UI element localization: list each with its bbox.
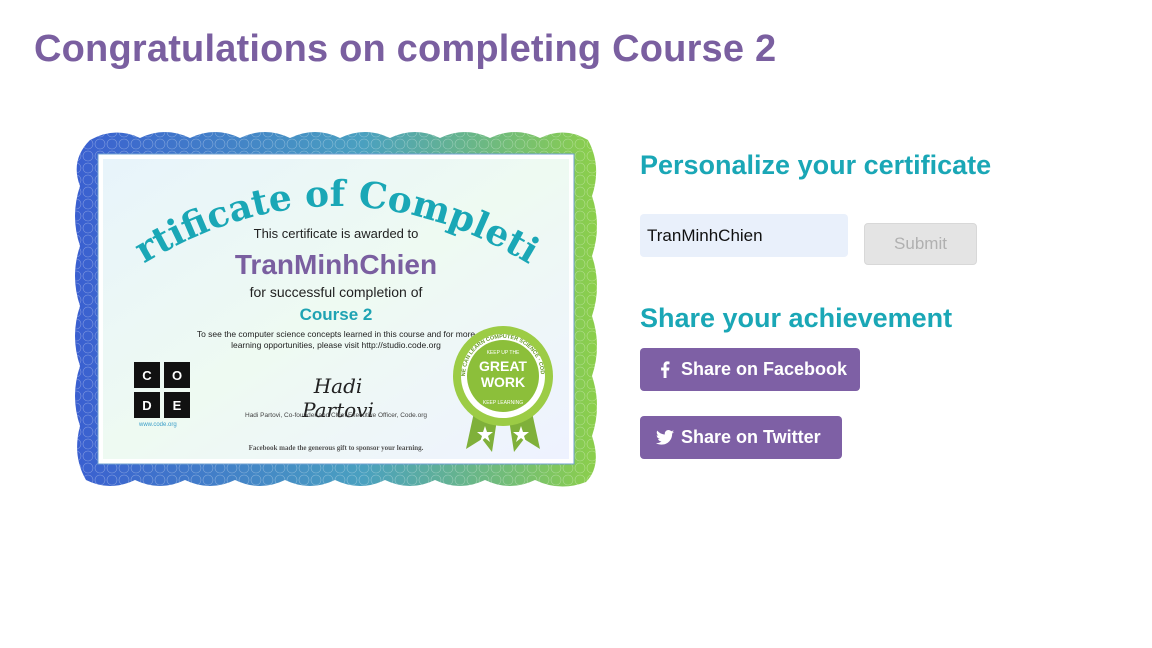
code-org-logo: C O D E	[134, 362, 190, 418]
certificate-awarded-text: This certificate is awarded to	[253, 226, 419, 241]
logo-letter-e: E	[164, 392, 190, 418]
great-work-badge: ANYONE CAN LEARN COMPUTER SCIENCE · CODE…	[448, 324, 558, 454]
svg-text:KEEP LEARNING: KEEP LEARNING	[483, 400, 523, 406]
certificate-completion-text: for successful completion of	[249, 284, 423, 300]
share-facebook-button[interactable]: Share on Facebook	[640, 348, 860, 391]
certificate-body: This certificate is awarded to TranMinhC…	[103, 159, 569, 459]
certificate-image: Certificate of Completion This certifica…	[70, 126, 602, 492]
personalize-heading: Personalize your certificate	[640, 150, 992, 180]
badge-great-text: GREAT	[479, 358, 527, 374]
share-facebook-label: Share on Facebook	[681, 359, 848, 379]
twitter-icon	[655, 430, 675, 445]
certificate-visit-text: To see the computer science concepts lea…	[196, 329, 476, 350]
badge-work-text: WORK	[480, 374, 526, 390]
submit-button[interactable]: Submit	[864, 223, 977, 265]
logo-letter-d: D	[134, 392, 160, 418]
svg-text:KEEP UP THE: KEEP UP THE	[487, 350, 520, 356]
page-title: Congratulations on completing Course 2	[34, 28, 777, 70]
code-org-url: www.code.org	[139, 422, 177, 428]
name-input[interactable]	[640, 214, 848, 257]
logo-letter-c: C	[134, 362, 160, 388]
share-twitter-button[interactable]: Share on Twitter	[640, 416, 842, 459]
logo-letter-o: O	[164, 362, 190, 388]
facebook-icon	[655, 361, 675, 378]
certificate-course-name: Course 2	[299, 305, 373, 324]
share-twitter-label: Share on Twitter	[681, 427, 821, 447]
share-heading: Share your achievement	[640, 303, 953, 333]
certificate-recipient-name: TranMinhChien	[234, 249, 438, 280]
